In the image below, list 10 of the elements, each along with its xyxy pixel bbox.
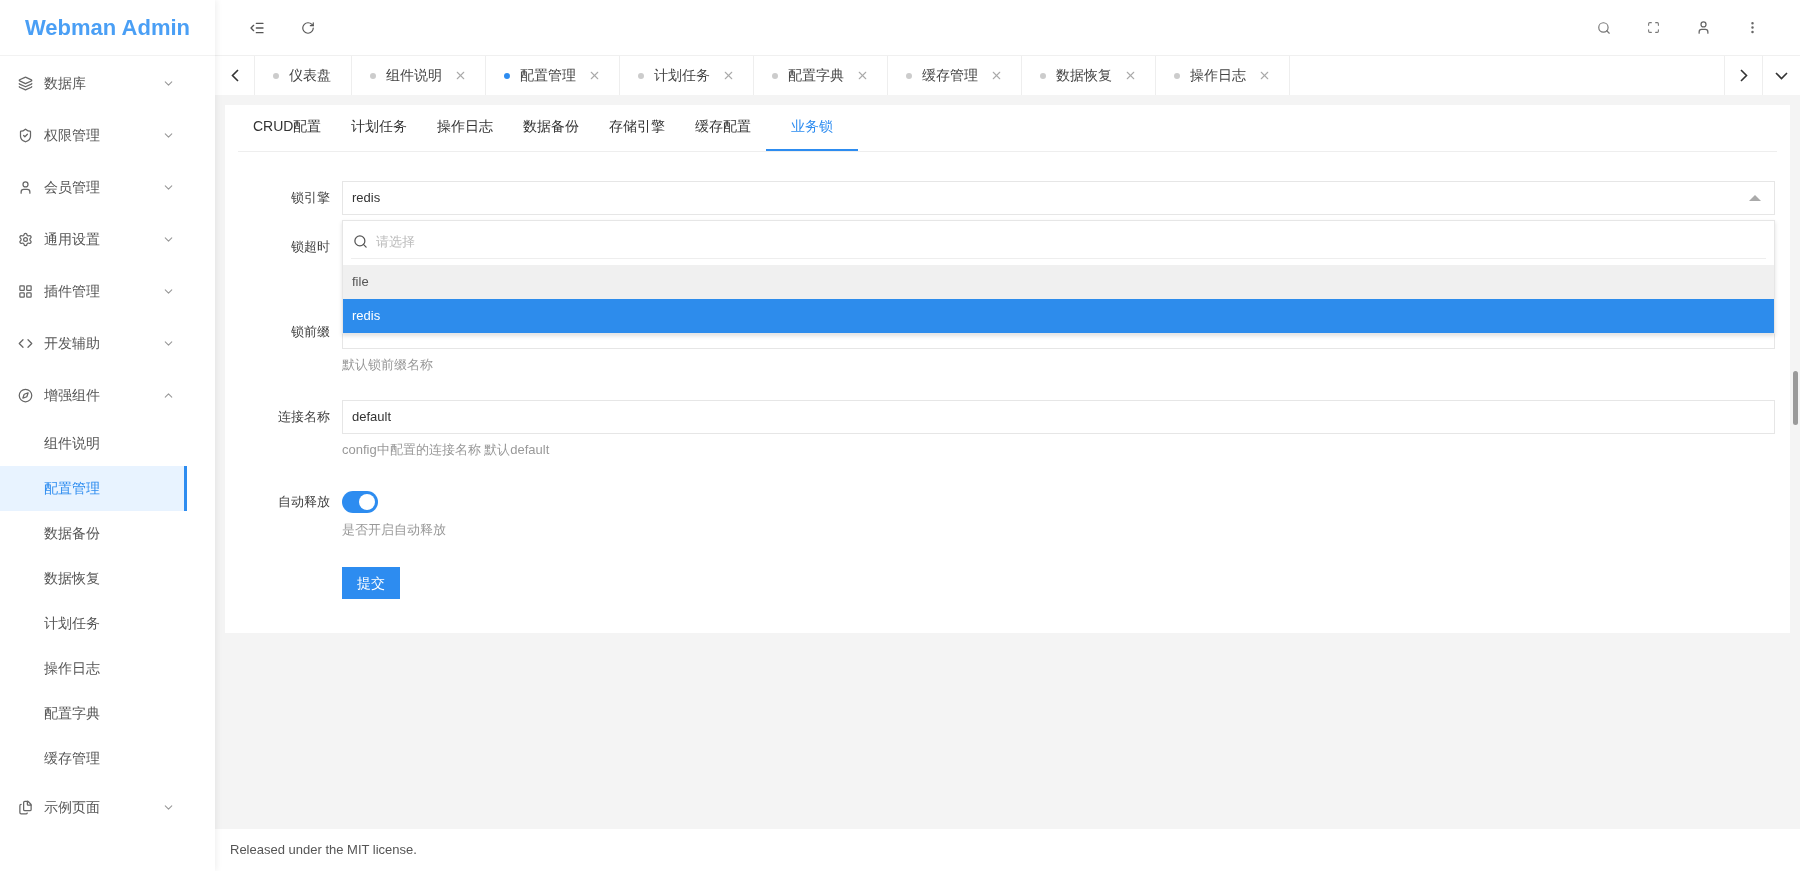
field-hint: 默认锁前缀名称 — [342, 355, 433, 374]
field-label: 连接名称 — [277, 408, 331, 426]
field-label: 锁引擎 — [290, 189, 331, 207]
field-label: 锁超时 — [290, 238, 331, 256]
field-hint: config中配置的连接名称 默认default — [342, 440, 550, 459]
field-label: 锁前缀 — [290, 323, 331, 341]
field-label: 自动释放 — [277, 493, 331, 511]
app-logo: Webman Admin — [25, 14, 190, 42]
field-hint: 是否开启自动释放 — [342, 521, 446, 540]
footer-text: Released under the MIT license. — [230, 841, 417, 860]
